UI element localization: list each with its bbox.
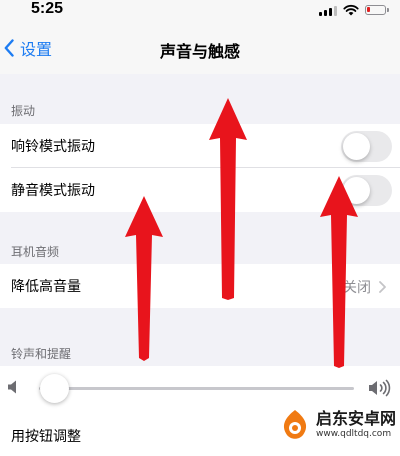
watermark: 启东安卓网 www.qdltdq.com [278,408,396,442]
row-label: 响铃模式振动 [11,139,95,155]
status-bar: 5:25 [0,0,400,24]
status-time: 5:25 [31,0,64,17]
wifi-icon [343,4,359,16]
page-title: 声音与触感 [159,42,240,61]
toggle-knob [343,177,370,204]
ringer-volume-slider[interactable] [0,366,400,410]
row-label: 静音模式振动 [11,183,95,199]
toggle-knob [343,133,370,160]
watermark-logo-icon [283,410,307,439]
section-header-vibration: 振动 [11,104,36,118]
row-label: 降低高音量 [11,279,81,295]
ring-vibration-toggle[interactable] [341,131,392,162]
battery-level [367,7,370,12]
status-icons [319,3,389,17]
watermark-name: 启东安卓网 [316,409,397,428]
volume-high-icon [369,379,391,397]
battery-icon [365,5,389,15]
settings-row-silent-vibration: 静音模式振动 [0,168,400,212]
vibration-group: 响铃模式振动 静音模式振动 [0,124,400,212]
battery-cap [387,8,389,12]
settings-row-ring-vibration: 响铃模式振动 [0,124,400,168]
row-label: 用按钮调整 [11,429,81,445]
navigation-bar: 设置 声音与触感 [0,24,400,74]
row-detail: 关闭 [343,277,386,297]
section-header-ringer-alerts: 铃声和提醒 [11,347,72,361]
slider-track[interactable] [39,387,354,390]
settings-row-reduce-loud-audio[interactable]: 降低高音量 关闭 [0,264,400,308]
chevron-right-icon [379,281,386,293]
slider-thumb[interactable] [40,374,70,403]
silent-vibration-toggle[interactable] [341,175,392,206]
section-header-headphone-audio: 耳机音频 [11,245,60,259]
row-value: 关闭 [343,280,371,296]
watermark-url: www.qdltdq.com [316,429,392,439]
headphone-audio-group: 降低高音量 关闭 [0,264,400,308]
cellular-signal-icon [319,5,337,16]
volume-low-icon [8,380,16,394]
